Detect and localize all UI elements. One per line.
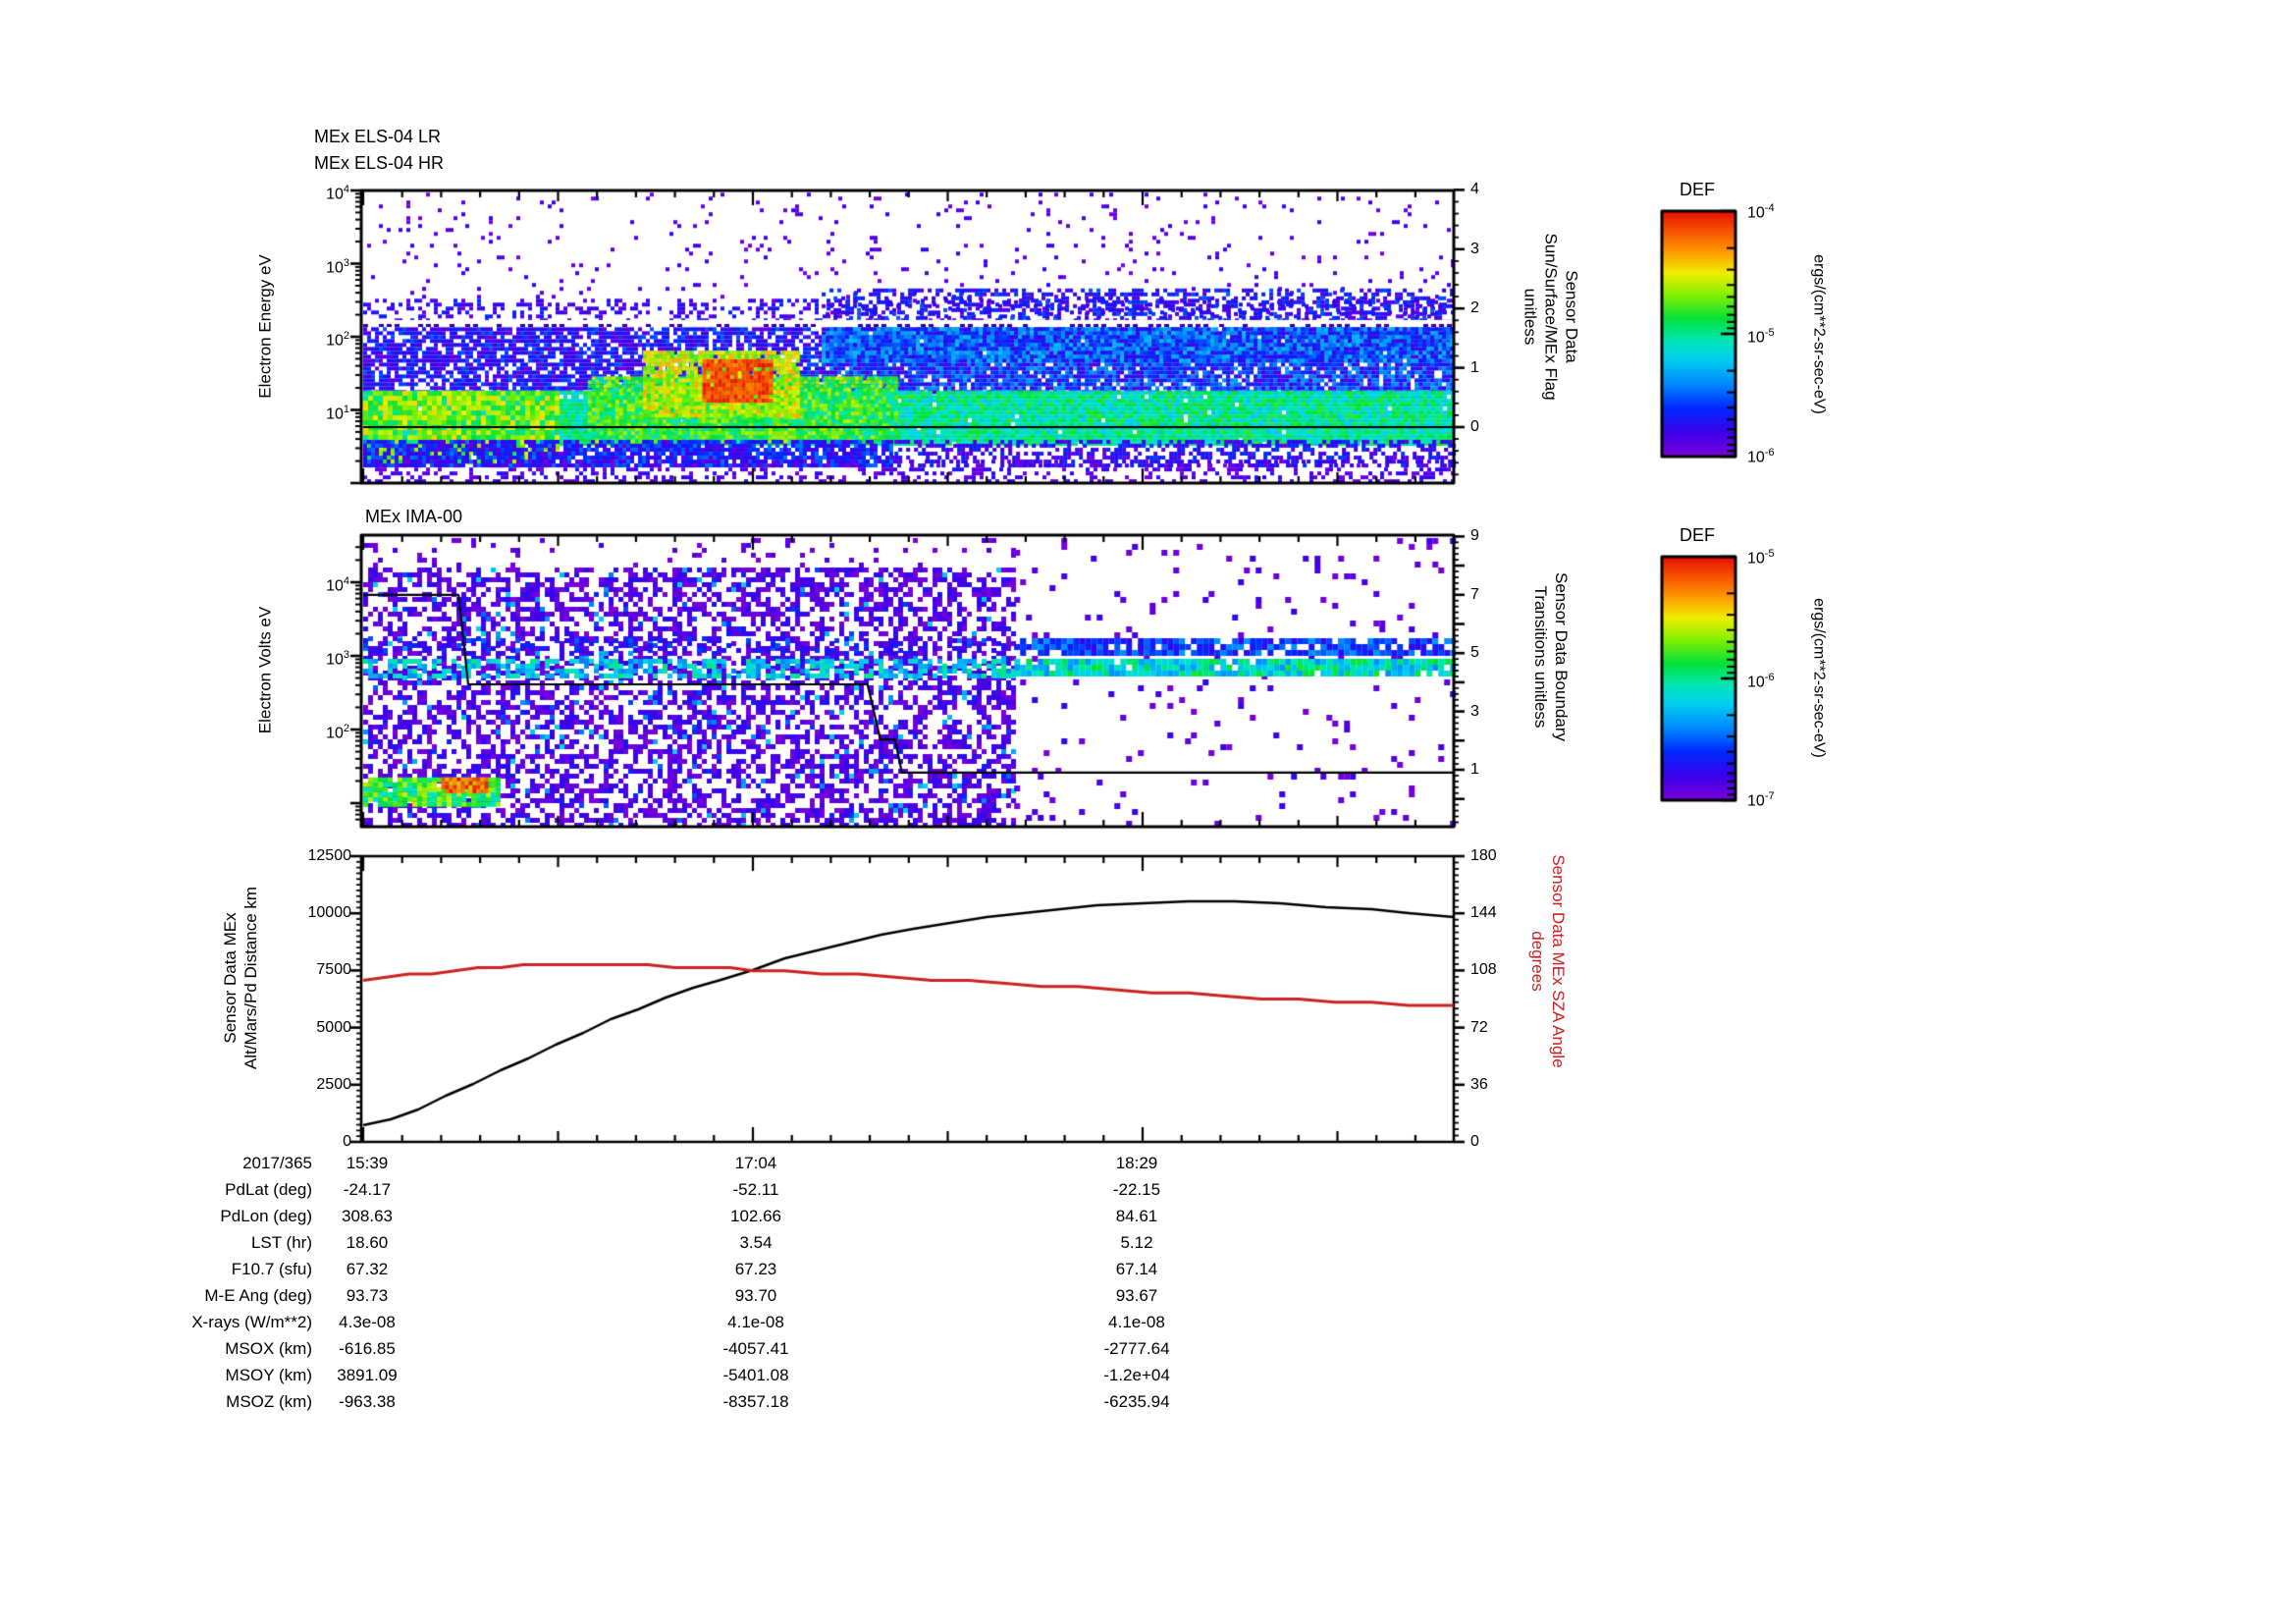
orbit-left-tick-label: 5000 (316, 1018, 351, 1036)
table-cell: 18.60 (346, 1233, 389, 1252)
colorbar-tick-label: 10-4 (1747, 202, 1775, 222)
table-cell: -24.17 (343, 1180, 392, 1199)
table-cell: 67.32 (346, 1260, 389, 1278)
els-right-tick-label: 0 (1470, 418, 1479, 435)
table-row-label: M-E Ang (deg) (204, 1286, 312, 1305)
table-cell: -1.2e+04 (1103, 1366, 1170, 1384)
ima-right-tick-label: 5 (1470, 644, 1479, 662)
table-cell: -22.15 (1112, 1180, 1161, 1199)
orbit-right-axis-label: Sensor Data MEx SZA Angle degrees (1528, 854, 1568, 1068)
colorbar2-def-title: DEF (1680, 525, 1715, 545)
table-row-label: PdLon (deg) (220, 1207, 312, 1225)
orbit-right-tick-label: 36 (1470, 1075, 1488, 1093)
x-axis-time-label: 18:29 (1115, 1154, 1158, 1172)
table-row-label: 2017/365 (242, 1154, 312, 1172)
table-cell: -2777.64 (1103, 1339, 1170, 1358)
orbit-left-tick-label: 7500 (316, 961, 351, 979)
table-cell: 67.23 (734, 1260, 777, 1278)
els-right-tick-label: 1 (1470, 358, 1479, 376)
table-row-label: LST (hr) (250, 1233, 312, 1252)
els-y-tick-label: 103 (326, 256, 349, 276)
table-cell: 5.12 (1120, 1233, 1153, 1252)
table-cell: 102.66 (730, 1207, 781, 1225)
els-title-lr: MEx ELS-04 LR (314, 127, 442, 146)
table-cell: 67.14 (1115, 1260, 1158, 1278)
table-cell: -616.85 (339, 1339, 396, 1358)
x-axis-time-label: 15:39 (346, 1154, 389, 1172)
els-y-tick-label: 101 (326, 403, 349, 422)
table-row-label: MSOX (km) (225, 1339, 312, 1358)
ima-right-tick-label: 9 (1470, 527, 1479, 545)
table-cell: 93.73 (346, 1286, 389, 1305)
table-cell: -8357.18 (722, 1392, 789, 1411)
table-row-label: PdLat (deg) (225, 1180, 312, 1199)
table-cell: 3891.09 (337, 1366, 398, 1384)
table-cell: -4057.41 (722, 1339, 789, 1358)
table-cell: -963.38 (339, 1392, 396, 1411)
orbit-left-tick-label: 12500 (307, 847, 352, 864)
orbit-left-tick-label: 10000 (307, 904, 352, 922)
table-row-label: MSOZ (km) (226, 1392, 312, 1411)
ima-right-tick-label: 7 (1470, 585, 1479, 603)
ima-right-axis-label: Sensor Data Boundary Transitions unitles… (1531, 572, 1571, 741)
els-right-tick-label: 4 (1470, 181, 1479, 198)
orbit-right-tick-label: 180 (1470, 847, 1497, 864)
orbit-left-tick-label: 0 (343, 1133, 351, 1150)
els-y-tick-label: 104 (326, 184, 349, 203)
table-cell: -6235.94 (1103, 1392, 1170, 1411)
table-cell: 4.1e-08 (727, 1313, 784, 1331)
colorbar-tick-label: 10-5 (1747, 548, 1775, 568)
els-title-hr: MEx ELS-04 HR (314, 153, 445, 173)
x-axis-time-label: 17:04 (734, 1154, 777, 1172)
els-y-tick-label: 102 (326, 330, 349, 350)
els-right-tick-label: 2 (1470, 299, 1479, 317)
colorbar1-def-title: DEF (1680, 180, 1715, 199)
colorbar-tick-label: 10-5 (1747, 327, 1775, 347)
colorbar-tick-label: 10-7 (1747, 790, 1775, 810)
table-cell: 84.61 (1115, 1207, 1158, 1225)
ima-right-tick-label: 1 (1470, 761, 1479, 778)
ima-right-tick-label: 3 (1470, 702, 1479, 720)
orbit-right-tick-label: 0 (1470, 1133, 1479, 1150)
table-row-label: MSOY (km) (225, 1366, 312, 1384)
table-cell: 93.70 (734, 1286, 777, 1305)
table-cell: 308.63 (342, 1207, 393, 1225)
table-row-label: X-rays (W/m**2) (191, 1313, 312, 1331)
colorbar-tick-label: 10-6 (1747, 672, 1775, 691)
els-right-tick-label: 3 (1470, 240, 1479, 257)
mex-data-display: MEx ELS-04 LR MEx ELS-04 HR MEx IMA-00 E… (0, 0, 2296, 1623)
table-cell: -52.11 (732, 1180, 779, 1199)
table-cell: 4.1e-08 (1108, 1313, 1165, 1331)
table-cell: 93.67 (1115, 1286, 1158, 1305)
table-row-label: F10.7 (sfu) (231, 1260, 312, 1278)
orbit-left-tick-label: 2500 (316, 1075, 351, 1093)
ima-title: MEx IMA-00 (365, 507, 463, 526)
ima-y-tick-label: 104 (326, 575, 349, 595)
ima-y-tick-label: 102 (326, 723, 349, 742)
table-cell: -5401.08 (722, 1366, 789, 1384)
ima-y-tick-label: 103 (326, 649, 349, 669)
orbit-right-tick-label: 144 (1470, 904, 1497, 922)
colorbar-tick-label: 10-6 (1747, 447, 1775, 466)
orbit-right-tick-label: 72 (1470, 1018, 1488, 1036)
table-cell: 4.3e-08 (339, 1313, 396, 1331)
orbit-right-tick-label: 108 (1470, 961, 1497, 979)
table-cell: 3.54 (739, 1233, 773, 1252)
